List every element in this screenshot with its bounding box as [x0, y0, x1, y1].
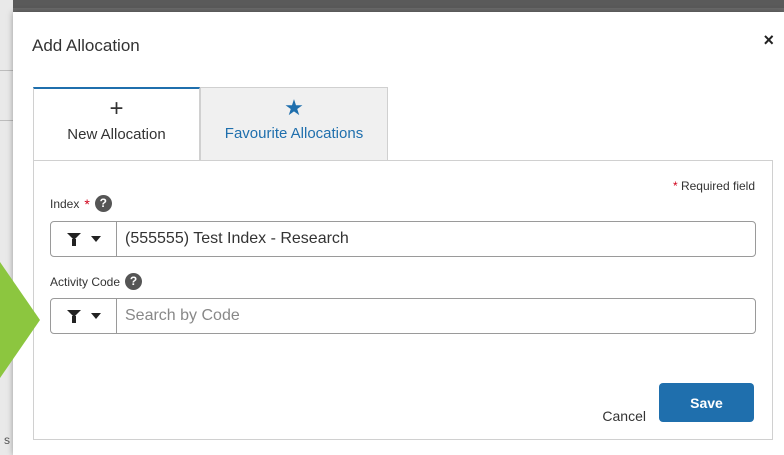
activity-code-input-group [50, 298, 756, 334]
index-label: Index * ? [50, 195, 112, 212]
highlight-arrow [0, 262, 40, 378]
index-filter-dropdown[interactable] [51, 222, 117, 256]
filter-icon [66, 232, 81, 246]
required-field-note: * Required field [673, 179, 755, 193]
close-icon[interactable]: × [763, 30, 774, 50]
activity-code-label-text: Activity Code [50, 274, 121, 289]
new-allocation-panel: * Required field Index * ? Activity Code… [33, 160, 773, 440]
background-text: s [4, 433, 10, 447]
background-divider [0, 120, 13, 121]
background-divider [0, 70, 13, 71]
help-icon[interactable]: ? [94, 195, 112, 212]
help-icon[interactable]: ? [125, 273, 143, 290]
background-page-edge: s [0, 0, 13, 455]
index-label-text: Index [50, 196, 80, 211]
filter-icon [66, 309, 81, 323]
activity-code-input[interactable] [117, 299, 755, 333]
tab-new-allocation[interactable]: + New Allocation [33, 87, 200, 160]
activity-code-filter-dropdown[interactable] [51, 299, 117, 333]
caret-down-icon [90, 313, 101, 319]
required-field-text: Required field [680, 179, 755, 193]
star-icon: ★ [284, 95, 304, 120]
backdrop [0, 0, 784, 8]
index-input-group [50, 221, 756, 257]
tab-label: Favourite Allocations [224, 125, 364, 142]
tab-favourite-allocations[interactable]: ★ Favourite Allocations [200, 87, 388, 160]
plus-icon: + [109, 95, 124, 122]
caret-down-icon [90, 236, 101, 242]
allocation-tabs: + New Allocation ★ Favourite Allocations [33, 87, 389, 160]
required-star: * [84, 195, 90, 212]
activity-code-label: Activity Code ? [50, 273, 143, 290]
index-input[interactable] [117, 222, 755, 256]
required-star: * [672, 179, 678, 193]
dialog-title: Add Allocation [32, 36, 140, 55]
save-button[interactable]: Save [659, 383, 754, 422]
tab-label: New Allocation [67, 126, 166, 143]
add-allocation-dialog: Add Allocation × + New Allocation ★ Favo… [13, 12, 784, 455]
cancel-button[interactable]: Cancel [596, 407, 652, 425]
